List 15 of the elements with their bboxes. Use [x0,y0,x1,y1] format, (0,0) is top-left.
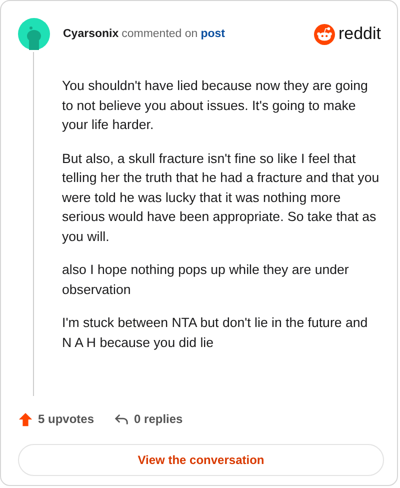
comment-paragraph: I'm stuck between NTA but don't lie in the future and N A H because you did lie [62,314,369,352]
upvote-count: 5 upvotes [38,412,94,426]
comment-paragraph: You shouldn't have lied because now they are going to not believe you about issues. It's going to make your life harder. [62,77,369,134]
upvote-icon[interactable] [18,412,33,426]
action-text: commented on [122,28,198,40]
reply-count: 0 replies [134,412,183,426]
author-name[interactable]: Cyarsonix [63,28,119,40]
reply-icon[interactable] [114,412,130,426]
comment-paragraph: also I hope nothing pops up while they are under observation [62,261,350,298]
avatar-icon [18,18,50,50]
reddit-logo-icon [314,24,336,44]
comment-paragraph: But also, a skull fracture isn't fine so like I feel that telling her the truth that he had a fracture and that you were told he was lucky that it was nothing more serious would have been appropriate. So take that as you will. [62,150,380,246]
post-link[interactable]: post [200,28,225,40]
brand-name: reddit [338,24,381,44]
view-conversation-button[interactable]: View the conversation [18,444,384,476]
